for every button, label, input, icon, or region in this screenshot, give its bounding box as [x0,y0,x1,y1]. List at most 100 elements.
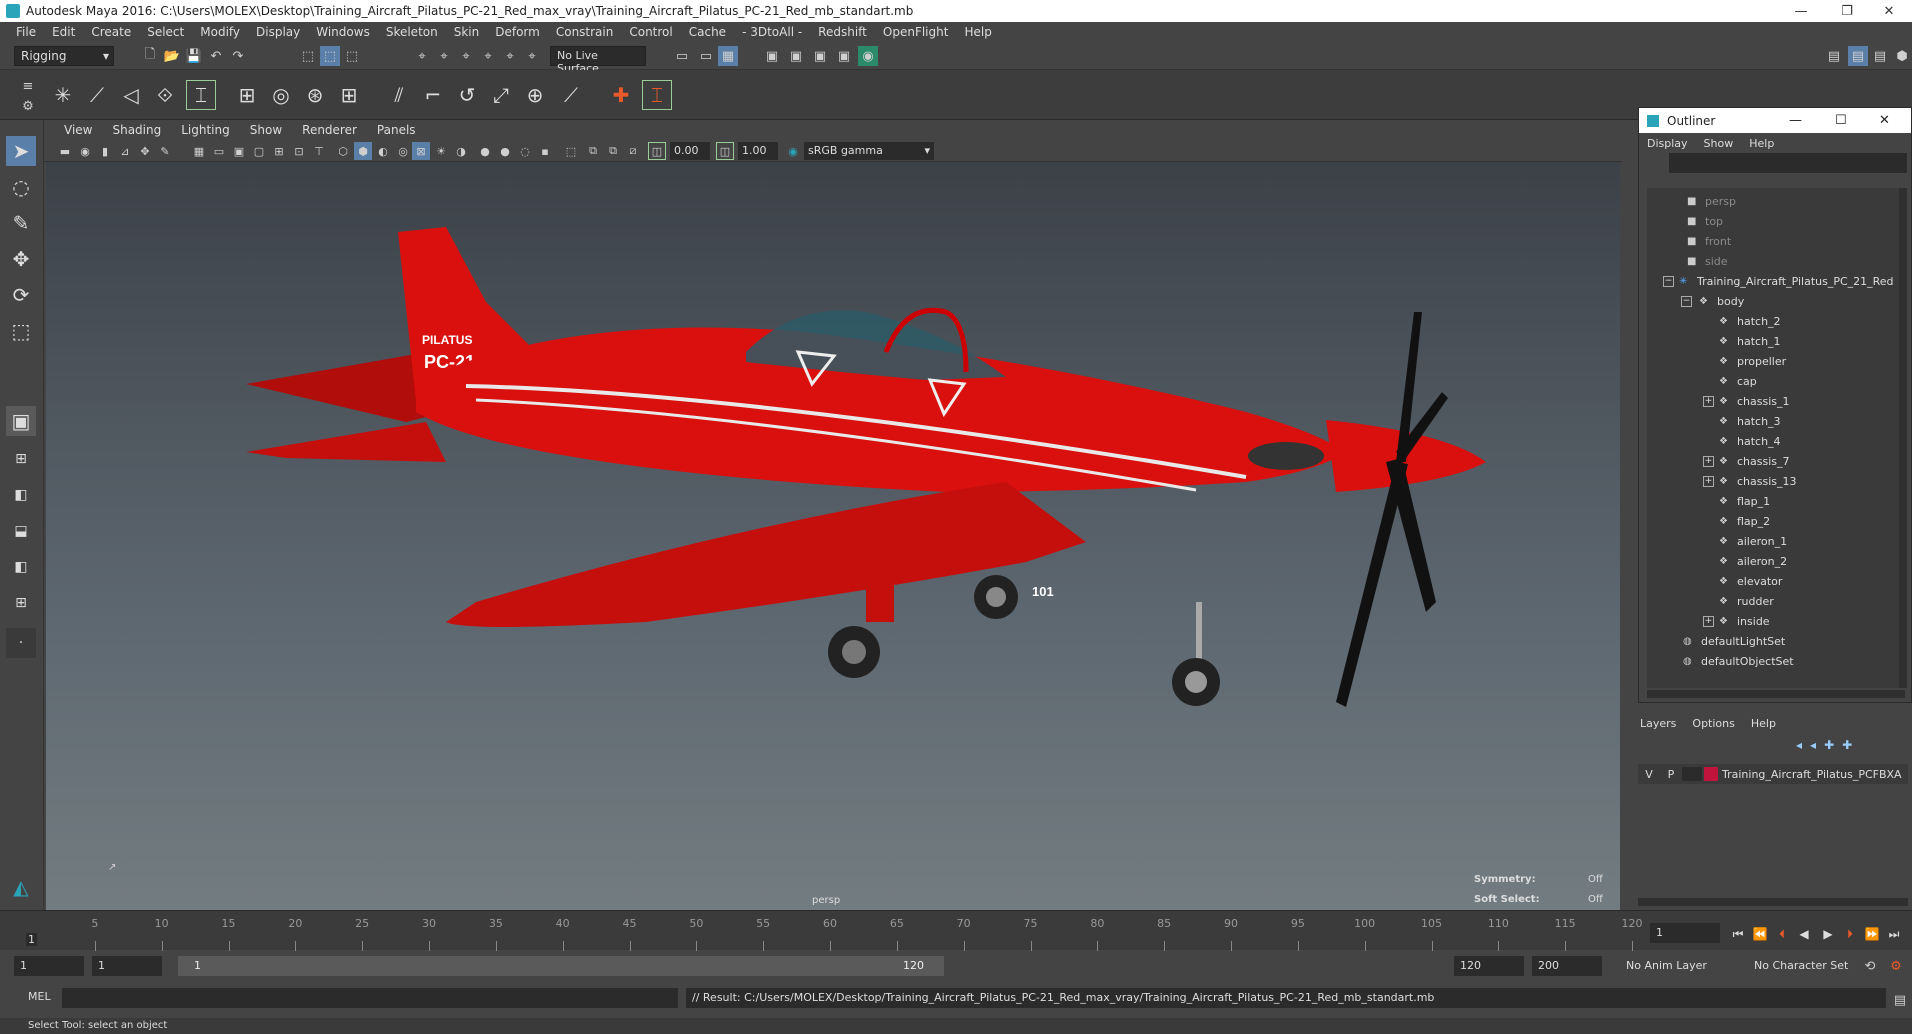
point-constraint-icon[interactable]: ⌐ [418,80,448,110]
animation-end-field[interactable]: 200 [1532,956,1602,976]
outliner-item[interactable]: ❖ aileron_2 [1719,552,1787,570]
new-layer-icon[interactable]: ✚ [1824,738,1834,752]
rotate-tool-icon[interactable]: ⟳ [6,280,36,310]
step-back-key-icon[interactable]: ⏪ [1750,925,1770,943]
menu-deform[interactable]: Deform [487,25,548,39]
film-gate-icon[interactable]: ▭ [210,142,228,160]
2d-pan-icon[interactable]: ✥ [136,142,154,160]
menu-select[interactable]: Select [139,25,192,39]
motion-blur-icon[interactable]: ● [496,142,514,160]
cluster-icon[interactable]: ⊞ [232,80,262,110]
panel-menu-shading[interactable]: Shading [102,123,171,137]
script-language-label[interactable]: MEL [28,990,51,1003]
view-transform-dropdown[interactable]: sRGB gamma ▾ [804,142,934,160]
outliner-item[interactable]: ◍ defaultObjectSet [1683,652,1794,670]
menu-modify[interactable]: Modify [192,25,248,39]
outliner-item[interactable]: ❖ cap [1719,372,1757,390]
xray-icon[interactable]: ⧉ [584,142,602,160]
expand-toggle[interactable]: + [1703,476,1714,487]
layer-menu-help[interactable]: Help [1751,717,1792,730]
hypershade-icon[interactable]: ◉ [858,46,878,66]
outliner-item[interactable]: ■ persp [1687,192,1736,210]
gamma-icon[interactable]: ◫ [716,142,734,160]
menu-set-dropdown[interactable]: Rigging ▾ [14,46,114,66]
step-forward-key-icon[interactable]: ⏩ [1862,925,1882,943]
character-set-dropdown[interactable]: No Character Set [1748,956,1868,976]
outliner-item[interactable]: ❖ chassis_13 [1719,472,1797,490]
hypershade-layout-icon[interactable]: ◧ [6,552,36,582]
render-current-icon[interactable]: ▣ [786,46,806,66]
input-ops-icon[interactable]: ▭ [696,46,716,66]
blend-shape-icon[interactable]: ◎ [266,80,296,110]
xray-components-icon[interactable]: ⧄ [624,142,642,160]
outliner-item[interactable]: ❖ body [1699,292,1744,310]
textured-icon[interactable]: ⊠ [412,142,430,160]
depth-of-field-icon[interactable]: ▪ [536,142,554,160]
shade-wireframe-icon[interactable]: ◐ [374,142,392,160]
expand-toggle[interactable]: + [1703,616,1714,627]
outliner-item[interactable]: ❖ hatch_4 [1719,432,1781,450]
shelf-tabs-icon[interactable]: ≡ [18,76,38,96]
animation-prefs-icon[interactable]: ⚙ [1886,956,1906,976]
wire-deformer-icon[interactable]: ⊞ [334,80,364,110]
collapse-toggle[interactable]: − [1663,276,1674,287]
color-management-icon[interactable]: ◉ [784,142,802,160]
go-to-start-icon[interactable]: ⏮ [1728,925,1748,943]
outliner-item[interactable]: ❖ flap_2 [1719,512,1770,530]
camera-attributes-icon[interactable]: ◉ [76,142,94,160]
exposure-field[interactable]: 0.00 [670,142,710,160]
outliner-item[interactable]: ■ front [1687,232,1731,250]
outliner-item[interactable]: ❖ hatch_2 [1719,312,1781,330]
scale-tool-icon[interactable]: ⬚ [6,316,36,346]
channel-box-toggle-icon[interactable]: ▤ [1848,46,1868,66]
screen-space-ao-icon[interactable]: ● [476,142,494,160]
live-surface-field[interactable]: No Live Surface [550,46,646,75]
auto-key-icon[interactable]: ⟲ [1860,956,1880,976]
custom-layout-icon[interactable]: · [6,628,36,658]
persp-graph-icon[interactable]: ⬓ [6,516,36,546]
expand-toggle[interactable]: + [1703,456,1714,467]
menu-help[interactable]: Help [956,25,999,39]
grid-icon[interactable]: ▦ [190,142,208,160]
current-frame-field[interactable]: 1 [1650,923,1720,943]
expand-toggle[interactable]: + [1703,396,1714,407]
set-driven-key-icon[interactable]: ⌶ [642,80,672,110]
gamma-field[interactable]: 1.00 [738,142,778,160]
move-layer-up-icon[interactable]: ◂ [1796,738,1802,752]
outliner-item[interactable]: ❖ hatch_1 [1719,332,1781,350]
outliner-item[interactable]: ◍ defaultLightSet [1683,632,1785,650]
outliner-item[interactable]: ❖ elevator [1719,572,1782,590]
playback-start-field[interactable]: 1 [92,956,162,976]
outliner-close-button[interactable]: ✕ [1879,113,1890,128]
ik-spline-icon[interactable]: ◁ [116,80,146,110]
save-scene-icon[interactable]: 💾 [184,46,204,66]
menu-cache[interactable]: Cache [681,25,734,39]
default-material-icon[interactable]: ◎ [394,142,412,160]
snap-grid-icon[interactable]: ⌖ [412,46,432,66]
select-object-icon[interactable]: ⬚ [320,46,340,66]
outliner-item[interactable]: ❖ inside [1719,612,1770,630]
script-editor-icon[interactable]: ▤ [1890,990,1910,1010]
undo-icon[interactable]: ↶ [206,46,226,66]
outliner-item[interactable]: ❖ chassis_7 [1719,452,1790,470]
outliner-search-input[interactable] [1669,153,1907,173]
new-layer-selected-icon[interactable]: ✚ [1842,738,1852,752]
gate-mask-icon[interactable]: ▢ [250,142,268,160]
move-layer-down-icon[interactable]: ◂ [1810,738,1816,752]
persp-graph-layout-icon[interactable]: ⊞ [6,588,36,618]
construction-history-icon[interactable]: ▦ [718,46,738,66]
go-to-end-icon[interactable]: ⏭ [1884,925,1904,943]
render-view-icon[interactable]: ▣ [762,46,782,66]
menu-display[interactable]: Display [248,25,308,39]
outliner-item[interactable]: ❖ hatch_3 [1719,412,1781,430]
scale-constraint-icon[interactable]: ⤢ [486,80,516,110]
orient-constraint-icon[interactable]: ↺ [452,80,482,110]
panel-menu-show[interactable]: Show [240,123,292,137]
maya-home-icon[interactable]: ◭ [6,872,36,902]
layer-color-swatch[interactable] [1704,767,1718,781]
outliner-minimize-button[interactable]: — [1789,113,1802,128]
joint-tool-icon[interactable]: ✳ [48,80,78,110]
layer-row[interactable]: V P Training_Aircraft_Pilatus_PCFBXA [1638,764,1908,784]
redo-icon[interactable]: ↷ [228,46,248,66]
aim-constraint-icon[interactable]: ⊕ [520,80,550,110]
